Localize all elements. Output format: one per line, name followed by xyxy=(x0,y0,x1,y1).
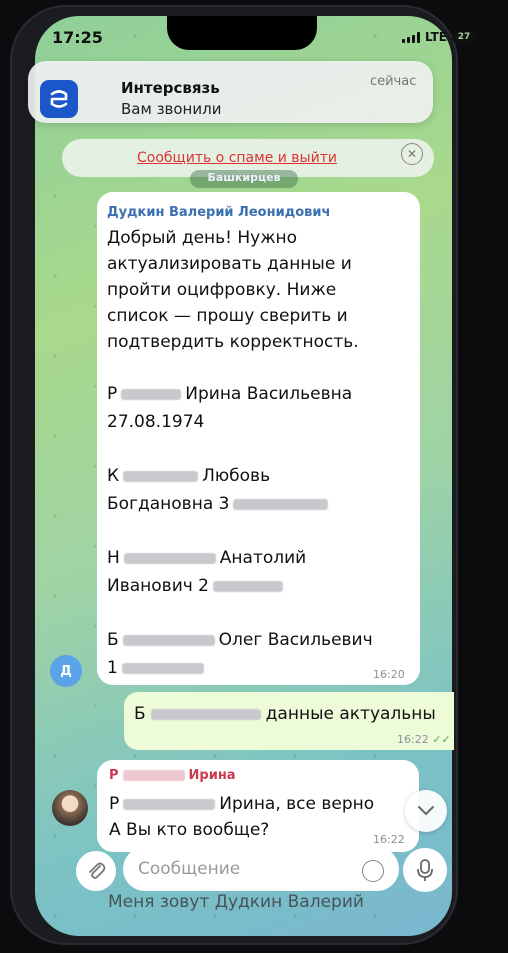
notification-body: Вам звонили xyxy=(121,100,222,118)
person-4-name: Б Олег Васильевич xyxy=(107,630,373,650)
paperclip-icon xyxy=(89,862,106,879)
person-1-date: 27.08.1974 xyxy=(107,412,205,432)
message-line: актуализировать данные и xyxy=(107,254,352,274)
mic-button[interactable] xyxy=(403,848,447,892)
person-4-date: 1 xyxy=(107,655,204,681)
notification-title: Интерсвязь xyxy=(121,79,220,97)
attach-button[interactable] xyxy=(76,851,116,891)
person-2-name: К Любовь xyxy=(107,466,271,486)
date-pill: Башкирцев xyxy=(190,170,298,188)
message-line: пройти оцифровку. Ниже xyxy=(107,280,337,300)
message-time: 16:22 ✓✓ xyxy=(397,733,451,746)
chevron-down-icon xyxy=(418,806,434,816)
signal-icon xyxy=(401,31,420,43)
dynamic-island xyxy=(167,16,317,50)
close-icon[interactable]: ✕ xyxy=(401,143,423,165)
person-3-name: Н Анатолий xyxy=(107,548,307,568)
person-2-middle: Богдановна 3 xyxy=(107,491,329,517)
message-time: 16:22 xyxy=(373,833,405,846)
read-checkmark-icon: ✓✓ xyxy=(432,733,451,746)
call-notification[interactable] xyxy=(28,61,433,123)
redacted-text xyxy=(233,498,329,510)
notification-time: сейчас xyxy=(370,74,417,89)
outgoing-message-text: Бданные актуальны xyxy=(134,704,436,724)
redacted-text xyxy=(123,798,216,810)
sender-avatar[interactable] xyxy=(52,790,88,826)
message-line: подтвердить корректность. xyxy=(107,332,359,352)
message-input-placeholder: Сообщение xyxy=(138,859,241,879)
redacted-text xyxy=(122,770,185,781)
partial-message-text: Меня зовут Дудкин Валерий xyxy=(108,892,364,912)
message-line: Р Ирина, все верно xyxy=(109,794,375,814)
status-indicators: LTE 27 xyxy=(401,30,476,44)
status-time: 17:25 xyxy=(52,28,103,47)
redacted-text xyxy=(121,388,182,400)
person-1-name: Р Ирина Васильевна xyxy=(107,384,353,404)
message-line: список — прошу сверить и xyxy=(107,306,348,326)
report-spam-link[interactable]: Сообщить о спаме и выйти xyxy=(137,150,337,166)
sender-avatar[interactable]: Д xyxy=(50,655,82,687)
app-icon xyxy=(40,80,78,118)
redacted-text xyxy=(123,470,199,482)
redacted-text xyxy=(121,662,204,674)
sticker-icon[interactable] xyxy=(362,860,384,882)
scroll-down-button[interactable] xyxy=(405,790,447,832)
redacted-text xyxy=(150,708,261,720)
redacted-text xyxy=(213,580,283,592)
message-line: А Вы кто вообще? xyxy=(109,820,270,840)
mic-icon xyxy=(417,859,433,881)
redacted-text xyxy=(122,634,215,646)
redacted-text xyxy=(123,552,216,564)
message-time: 16:20 xyxy=(373,668,405,681)
person-3-middle: Иванович 2 xyxy=(107,573,283,599)
network-label: LTE xyxy=(424,30,447,44)
message-sender: Дудкин Валерий Леонидович xyxy=(107,205,331,220)
message-sender: Р Ирина xyxy=(109,768,236,783)
battery-icon: 27 xyxy=(452,31,476,43)
message-line: Добрый день! Нужно xyxy=(107,228,298,248)
